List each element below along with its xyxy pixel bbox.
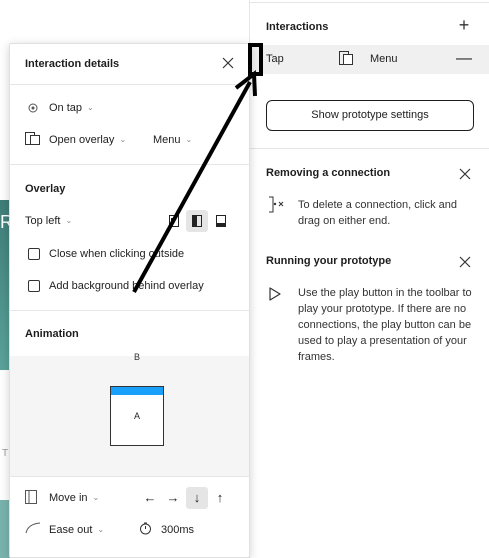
- overlay-section-title: Overlay: [25, 183, 66, 195]
- action-value: Open overlay: [49, 134, 115, 146]
- panel-divider: [250, 148, 489, 149]
- position-center-button[interactable]: [186, 210, 208, 232]
- popover-divider: [10, 84, 251, 85]
- position-bottom-button[interactable]: [210, 210, 232, 232]
- add-background-label: Add background behind overlay: [49, 280, 204, 292]
- connection-drag-icon: [269, 196, 284, 213]
- popover-title: Interaction details: [25, 58, 120, 70]
- trigger-icon: [28, 103, 38, 113]
- interactions-title: Interactions: [266, 21, 329, 33]
- easing-dropdown[interactable]: Ease out ⌄: [49, 524, 104, 536]
- close-outside-label: Close when clicking outside: [49, 248, 185, 260]
- align-center-icon: [192, 215, 202, 227]
- action-overlay-icon: [25, 132, 40, 145]
- easing-value: Ease out: [49, 524, 93, 536]
- interaction-trigger-label: Tap: [266, 53, 284, 65]
- tip-title-running: Running your prototype: [266, 255, 392, 267]
- destination-dropdown[interactable]: Menu ⌄: [153, 134, 192, 146]
- tip-text-running: Use the play button in the toolbar to pl…: [298, 287, 472, 363]
- easing-curve-icon: [25, 522, 41, 534]
- popover-divider: [10, 310, 251, 311]
- chevron-down-icon: ⌄: [65, 216, 73, 225]
- chevron-down-icon: ⌄: [87, 103, 94, 112]
- trigger-dropdown[interactable]: On tap ⌄: [49, 102, 94, 114]
- direction-up-icon[interactable]: ↑: [209, 487, 231, 509]
- close-outside-checkbox[interactable]: [28, 248, 40, 260]
- chevron-down-icon: ⌄: [185, 135, 193, 144]
- direction-left-icon[interactable]: ←: [139, 487, 161, 509]
- panel-top-divider: [250, 2, 489, 3]
- preview-frame-to-label: A: [133, 411, 140, 421]
- popover-divider: [10, 476, 251, 477]
- preview-frame: A: [110, 386, 164, 446]
- transition-icon: [25, 490, 37, 504]
- chevron-down-icon: ⌄: [119, 135, 127, 144]
- direction-right-icon[interactable]: →: [162, 487, 184, 509]
- transition-value: Move in: [49, 492, 88, 504]
- preview-overlay-bar: [111, 387, 163, 395]
- close-icon[interactable]: [221, 56, 235, 70]
- close-tip-icon[interactable]: [458, 167, 472, 181]
- tip-text-removing: To delete a connection, click and drag o…: [298, 199, 457, 227]
- trigger-value: On tap: [49, 102, 83, 114]
- chevron-down-icon: ⌄: [97, 525, 105, 534]
- overlay-position-value: Top left: [25, 215, 61, 227]
- destination-value: Menu: [153, 134, 181, 146]
- action-dropdown[interactable]: Open overlay ⌄: [49, 134, 126, 146]
- add-interaction-plus-icon[interactable]: +: [456, 16, 472, 34]
- direction-down-icon[interactable]: ↓: [186, 487, 208, 509]
- animation-preview: B A: [10, 352, 249, 476]
- overlay-position-dropdown[interactable]: Top left ⌄: [25, 215, 72, 227]
- close-tip-icon[interactable]: [458, 255, 472, 269]
- interactions-panel: Interactions + Tap Menu — Show prototype…: [249, 0, 489, 558]
- interaction-details-popover: Interaction details On tap ⌄ Open overlay…: [9, 43, 251, 558]
- transition-dropdown[interactable]: Move in ⌄: [49, 492, 99, 504]
- preview-frame-from-label: B: [134, 352, 141, 362]
- add-background-checkbox[interactable]: [28, 280, 40, 292]
- overlay-frame-icon: [339, 51, 353, 65]
- align-left-icon: [169, 215, 179, 227]
- animation-section-title: Animation: [25, 328, 79, 340]
- duration-value[interactable]: 300ms: [161, 524, 194, 536]
- show-prototype-settings-button[interactable]: Show prototype settings: [266, 100, 474, 131]
- timer-icon: [140, 522, 151, 535]
- position-left-button[interactable]: [163, 210, 185, 232]
- play-icon: [269, 287, 281, 301]
- align-bottom-icon: [216, 215, 226, 227]
- interaction-destination-label: Menu: [370, 53, 398, 65]
- interaction-row[interactable]: Tap Menu —: [250, 45, 489, 74]
- tip-title-removing: Removing a connection: [266, 167, 391, 179]
- chevron-down-icon: ⌄: [92, 493, 100, 502]
- popover-divider: [10, 164, 251, 165]
- canvas-frame-letter-bottom: T: [2, 448, 9, 459]
- remove-interaction-minus-icon[interactable]: —: [456, 49, 472, 69]
